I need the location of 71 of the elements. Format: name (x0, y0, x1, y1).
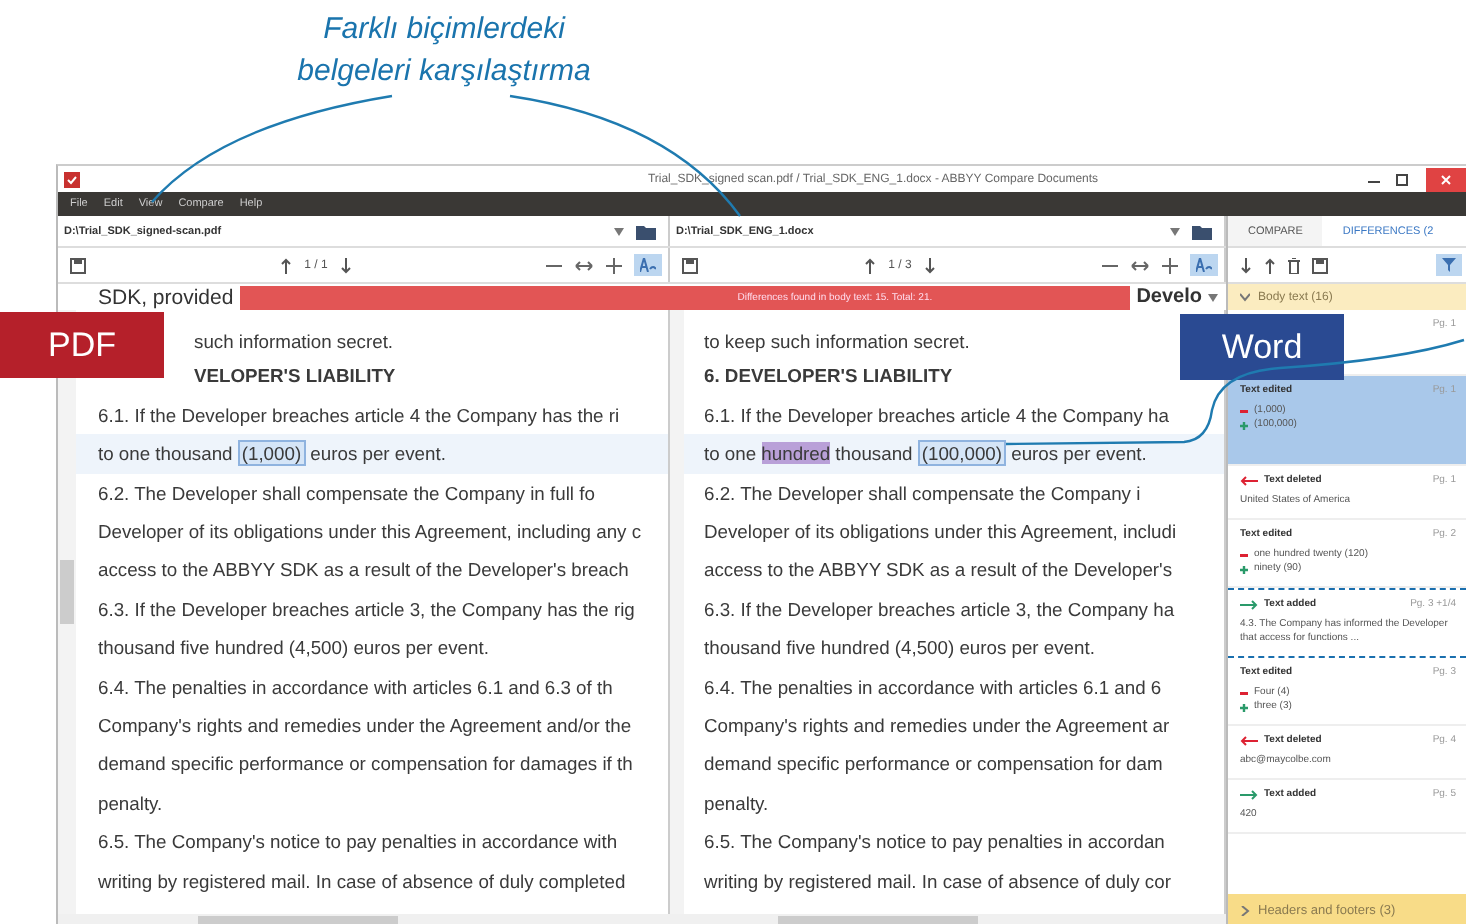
plus-icon (1240, 421, 1248, 429)
document-text: 6.1. If the Developer breaches article 4 the Company ha (704, 401, 1171, 430)
document-text: 6.2. The Developer shall compensate the Company i (704, 479, 1143, 508)
zoom-in-icon[interactable] (1162, 257, 1178, 273)
down-arrow-icon[interactable] (339, 257, 352, 273)
scrollbar[interactable] (670, 310, 684, 914)
arrow-left-icon (1240, 735, 1258, 745)
document-text: 6.3. If the Developer breaches article 3, the Company has the rig (98, 595, 637, 624)
save-icon[interactable] (682, 257, 698, 273)
document-text: thousand five hundred (4,500) euros per event. (98, 634, 491, 663)
document-text: 6.5. The Company's notice to pay penalties in accordan (704, 828, 1167, 857)
arrow-left-icon (1240, 475, 1258, 485)
section-heading: 6. DEVELOPER'S LIABILITY (704, 362, 955, 391)
folder-icon[interactable] (636, 223, 656, 239)
close-icon[interactable] (1426, 167, 1466, 191)
fit-width-icon[interactable] (1130, 257, 1150, 273)
document-text: thousand five hundred (4,500) euros per event. (704, 634, 1097, 663)
arrow-right-icon (1240, 789, 1258, 799)
format-label: PDF (0, 312, 164, 378)
document-text: SDK, provided (98, 285, 234, 309)
plus-icon (1240, 703, 1248, 711)
document-text: 6.1. If the Developer breaches article 4 the Company has the ri (98, 401, 622, 430)
text-compare-toggle[interactable] (634, 254, 662, 276)
zoom-in-icon[interactable] (606, 257, 622, 273)
folder-icon[interactable] (1192, 223, 1212, 239)
down-arrow-icon[interactable] (1240, 257, 1252, 273)
minus-icon (1240, 553, 1248, 557)
document-text: penalty. (98, 789, 165, 818)
chevron-icon (1240, 905, 1250, 915)
minus-icon (1240, 409, 1248, 413)
document-text: penalty. (704, 789, 771, 818)
document-text: Company's rights and remedies under the Agreement and/or the (98, 712, 634, 741)
document-text: 6.4. The penalties in accordance with articles 6.1 and 6.3 of th (98, 673, 615, 702)
down-arrow-icon[interactable] (923, 257, 936, 273)
fit-width-icon[interactable] (574, 257, 594, 273)
document-text: Developer of its obligations under this Agreement, includi (704, 518, 1179, 547)
document-text: writing by registered mail. In case of absence of duly cor (704, 867, 1173, 896)
document-text: access to the ABBYY SDK as a result of the Developer's (704, 556, 1175, 585)
document-text: 6.2. The Developer shall compensate the Company in full fo (98, 479, 597, 508)
document-text: 6.4. The penalties in accordance with articles 6.1 and 6 (704, 673, 1164, 702)
maximize-icon[interactable] (1394, 171, 1410, 187)
filter-toggle[interactable] (1436, 254, 1462, 276)
app-icon (64, 171, 80, 187)
format-label: Word (1180, 314, 1344, 380)
document-text: Company's rights and remedies under the Agreement ar (704, 712, 1172, 741)
arrow-right-icon (1240, 599, 1258, 609)
document-text: demand specific performance or compensation for dam (704, 750, 1165, 779)
trash-icon[interactable] (1288, 257, 1300, 273)
callout-caption: Farklı biçimlerdeki belgeleri karşılaştırma (295, 10, 593, 92)
up-arrow-icon[interactable] (864, 257, 877, 273)
save-icon[interactable] (70, 257, 86, 273)
document-text: Develo (1136, 286, 1202, 308)
up-arrow-icon[interactable] (280, 257, 293, 273)
minus-icon (1240, 691, 1248, 695)
dropdown-caret-icon[interactable] (1170, 227, 1180, 235)
document-text: Developer of its obligations under this Agreement, including any c (98, 518, 644, 547)
plus-icon (1240, 565, 1248, 573)
dropdown-caret-icon[interactable] (614, 227, 624, 235)
dropdown-caret-icon[interactable] (1208, 293, 1218, 301)
horizontal-scrollbar[interactable] (58, 914, 1226, 924)
document-text: to keep such information secret. (704, 328, 972, 356)
document-text: 6.3. If the Developer breaches article 3, the Company ha (704, 595, 1177, 624)
text-compare-toggle[interactable] (1190, 254, 1218, 276)
section-heading: VELOPER'S LIABILITY (192, 362, 398, 391)
document-text: 6.5. The Company's notice to pay penalties in accordance with (98, 828, 620, 857)
document-text: writing by registered mail. In case of absence of duly completed (98, 867, 628, 896)
chevron-icon (1240, 292, 1250, 302)
up-arrow-icon[interactable] (1264, 257, 1276, 273)
save-icon[interactable] (1312, 257, 1328, 273)
document-text: demand specific performance or compensation for damages if th (98, 750, 635, 779)
document-text: access to the ABBYY SDK as a result of the Developer's breach (98, 556, 631, 585)
